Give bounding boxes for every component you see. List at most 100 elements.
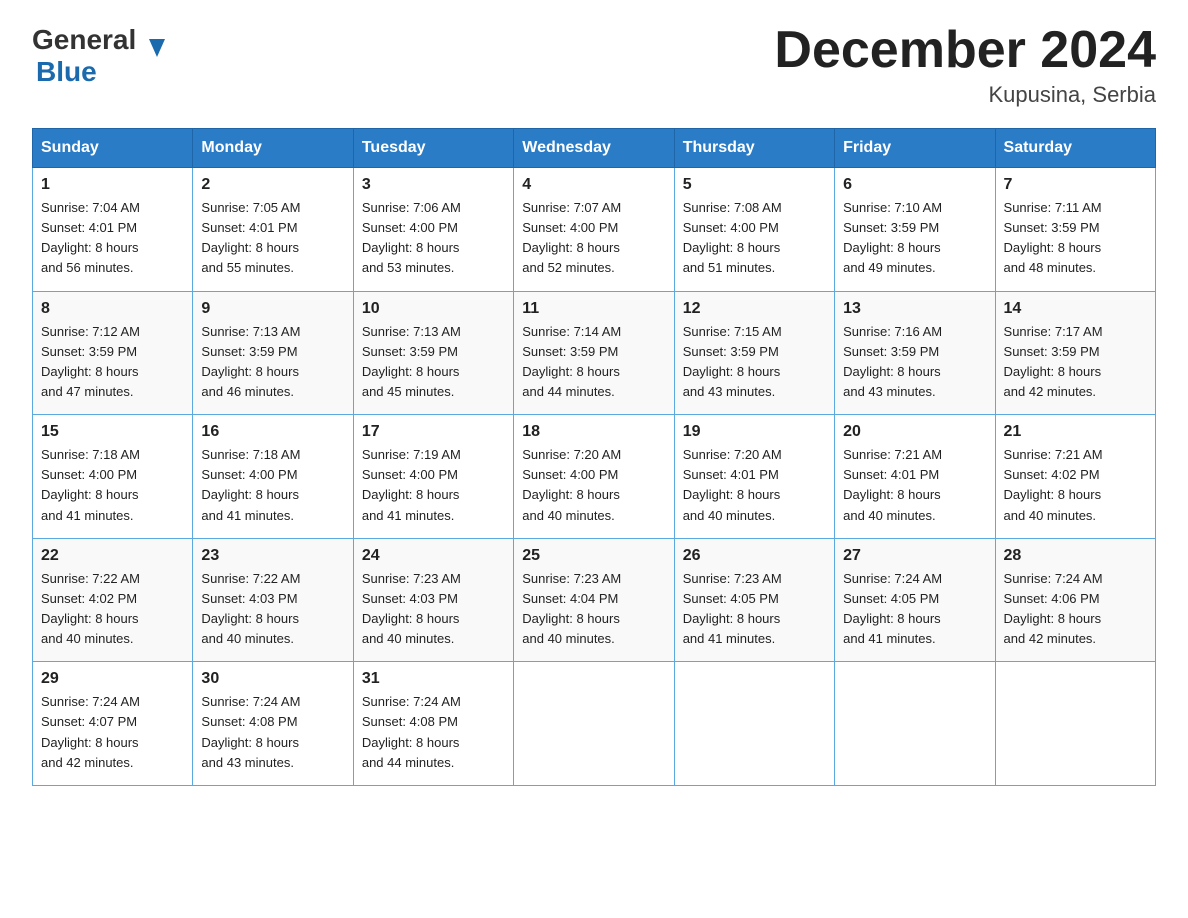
day-info: Sunrise: 7:05 AMSunset: 4:01 PMDaylight:… [201, 198, 344, 279]
day-info: Sunrise: 7:24 AMSunset: 4:08 PMDaylight:… [362, 692, 505, 773]
day-info: Sunrise: 7:10 AMSunset: 3:59 PMDaylight:… [843, 198, 986, 279]
day-number: 18 [522, 423, 665, 441]
day-info: Sunrise: 7:08 AMSunset: 4:00 PMDaylight:… [683, 198, 826, 279]
calendar-week-row: 22 Sunrise: 7:22 AMSunset: 4:02 PMDaylig… [33, 538, 1156, 662]
day-number: 31 [362, 670, 505, 688]
table-row: 14 Sunrise: 7:17 AMSunset: 3:59 PMDaylig… [995, 291, 1155, 415]
day-number: 13 [843, 300, 986, 318]
day-number: 10 [362, 300, 505, 318]
day-number: 12 [683, 300, 826, 318]
table-row: 15 Sunrise: 7:18 AMSunset: 4:00 PMDaylig… [33, 415, 193, 539]
table-row: 10 Sunrise: 7:13 AMSunset: 3:59 PMDaylig… [353, 291, 513, 415]
table-row [674, 662, 834, 786]
table-row: 27 Sunrise: 7:24 AMSunset: 4:05 PMDaylig… [835, 538, 995, 662]
table-row: 18 Sunrise: 7:20 AMSunset: 4:00 PMDaylig… [514, 415, 674, 539]
day-number: 15 [41, 423, 184, 441]
table-row: 23 Sunrise: 7:22 AMSunset: 4:03 PMDaylig… [193, 538, 353, 662]
col-monday: Monday [193, 129, 353, 168]
table-row: 28 Sunrise: 7:24 AMSunset: 4:06 PMDaylig… [995, 538, 1155, 662]
table-row: 19 Sunrise: 7:20 AMSunset: 4:01 PMDaylig… [674, 415, 834, 539]
day-info: Sunrise: 7:21 AMSunset: 4:01 PMDaylight:… [843, 445, 986, 526]
table-row: 26 Sunrise: 7:23 AMSunset: 4:05 PMDaylig… [674, 538, 834, 662]
day-number: 5 [683, 176, 826, 194]
day-info: Sunrise: 7:14 AMSunset: 3:59 PMDaylight:… [522, 322, 665, 403]
day-number: 30 [201, 670, 344, 688]
location-subtitle: Kupusina, Serbia [774, 82, 1156, 108]
day-info: Sunrise: 7:06 AMSunset: 4:00 PMDaylight:… [362, 198, 505, 279]
table-row: 1 Sunrise: 7:04 AMSunset: 4:01 PMDayligh… [33, 168, 193, 292]
table-row: 22 Sunrise: 7:22 AMSunset: 4:02 PMDaylig… [33, 538, 193, 662]
table-row: 11 Sunrise: 7:14 AMSunset: 3:59 PMDaylig… [514, 291, 674, 415]
table-row [835, 662, 995, 786]
day-info: Sunrise: 7:16 AMSunset: 3:59 PMDaylight:… [843, 322, 986, 403]
day-info: Sunrise: 7:15 AMSunset: 3:59 PMDaylight:… [683, 322, 826, 403]
day-info: Sunrise: 7:04 AMSunset: 4:01 PMDaylight:… [41, 198, 184, 279]
col-wednesday: Wednesday [514, 129, 674, 168]
table-row: 30 Sunrise: 7:24 AMSunset: 4:08 PMDaylig… [193, 662, 353, 786]
day-info: Sunrise: 7:21 AMSunset: 4:02 PMDaylight:… [1004, 445, 1147, 526]
day-info: Sunrise: 7:23 AMSunset: 4:03 PMDaylight:… [362, 569, 505, 650]
table-row: 31 Sunrise: 7:24 AMSunset: 4:08 PMDaylig… [353, 662, 513, 786]
day-info: Sunrise: 7:24 AMSunset: 4:07 PMDaylight:… [41, 692, 184, 773]
calendar-week-row: 1 Sunrise: 7:04 AMSunset: 4:01 PMDayligh… [33, 168, 1156, 292]
day-number: 20 [843, 423, 986, 441]
table-row: 24 Sunrise: 7:23 AMSunset: 4:03 PMDaylig… [353, 538, 513, 662]
table-row: 2 Sunrise: 7:05 AMSunset: 4:01 PMDayligh… [193, 168, 353, 292]
day-number: 19 [683, 423, 826, 441]
col-thursday: Thursday [674, 129, 834, 168]
calendar-table: Sunday Monday Tuesday Wednesday Thursday… [32, 128, 1156, 786]
table-row: 12 Sunrise: 7:15 AMSunset: 3:59 PMDaylig… [674, 291, 834, 415]
title-block: December 2024 Kupusina, Serbia [774, 24, 1156, 108]
day-number: 22 [41, 547, 184, 565]
col-sunday: Sunday [33, 129, 193, 168]
day-info: Sunrise: 7:17 AMSunset: 3:59 PMDaylight:… [1004, 322, 1147, 403]
day-number: 11 [522, 300, 665, 318]
col-friday: Friday [835, 129, 995, 168]
day-number: 16 [201, 423, 344, 441]
logo-general-text: General [32, 24, 136, 56]
calendar-week-row: 29 Sunrise: 7:24 AMSunset: 4:07 PMDaylig… [33, 662, 1156, 786]
day-number: 17 [362, 423, 505, 441]
day-number: 8 [41, 300, 184, 318]
table-row: 21 Sunrise: 7:21 AMSunset: 4:02 PMDaylig… [995, 415, 1155, 539]
table-row: 16 Sunrise: 7:18 AMSunset: 4:00 PMDaylig… [193, 415, 353, 539]
day-info: Sunrise: 7:22 AMSunset: 4:02 PMDaylight:… [41, 569, 184, 650]
day-number: 28 [1004, 547, 1147, 565]
day-info: Sunrise: 7:11 AMSunset: 3:59 PMDaylight:… [1004, 198, 1147, 279]
day-number: 29 [41, 670, 184, 688]
day-info: Sunrise: 7:20 AMSunset: 4:00 PMDaylight:… [522, 445, 665, 526]
day-number: 9 [201, 300, 344, 318]
day-number: 27 [843, 547, 986, 565]
day-number: 21 [1004, 423, 1147, 441]
day-info: Sunrise: 7:13 AMSunset: 3:59 PMDaylight:… [201, 322, 344, 403]
day-info: Sunrise: 7:23 AMSunset: 4:05 PMDaylight:… [683, 569, 826, 650]
day-info: Sunrise: 7:12 AMSunset: 3:59 PMDaylight:… [41, 322, 184, 403]
day-number: 2 [201, 176, 344, 194]
table-row [514, 662, 674, 786]
day-number: 4 [522, 176, 665, 194]
day-info: Sunrise: 7:20 AMSunset: 4:01 PMDaylight:… [683, 445, 826, 526]
table-row: 29 Sunrise: 7:24 AMSunset: 4:07 PMDaylig… [33, 662, 193, 786]
day-info: Sunrise: 7:19 AMSunset: 4:00 PMDaylight:… [362, 445, 505, 526]
day-number: 1 [41, 176, 184, 194]
day-info: Sunrise: 7:07 AMSunset: 4:00 PMDaylight:… [522, 198, 665, 279]
day-info: Sunrise: 7:22 AMSunset: 4:03 PMDaylight:… [201, 569, 344, 650]
table-row: 6 Sunrise: 7:10 AMSunset: 3:59 PMDayligh… [835, 168, 995, 292]
page-header: General Blue December 2024 Kupusina, Ser… [32, 24, 1156, 108]
table-row: 9 Sunrise: 7:13 AMSunset: 3:59 PMDayligh… [193, 291, 353, 415]
calendar-week-row: 15 Sunrise: 7:18 AMSunset: 4:00 PMDaylig… [33, 415, 1156, 539]
day-info: Sunrise: 7:18 AMSunset: 4:00 PMDaylight:… [41, 445, 184, 526]
col-saturday: Saturday [995, 129, 1155, 168]
calendar-week-row: 8 Sunrise: 7:12 AMSunset: 3:59 PMDayligh… [33, 291, 1156, 415]
table-row: 25 Sunrise: 7:23 AMSunset: 4:04 PMDaylig… [514, 538, 674, 662]
day-number: 14 [1004, 300, 1147, 318]
day-number: 23 [201, 547, 344, 565]
table-row: 8 Sunrise: 7:12 AMSunset: 3:59 PMDayligh… [33, 291, 193, 415]
table-row: 13 Sunrise: 7:16 AMSunset: 3:59 PMDaylig… [835, 291, 995, 415]
month-year-title: December 2024 [774, 24, 1156, 76]
col-tuesday: Tuesday [353, 129, 513, 168]
day-info: Sunrise: 7:13 AMSunset: 3:59 PMDaylight:… [362, 322, 505, 403]
calendar-header-row: Sunday Monday Tuesday Wednesday Thursday… [33, 129, 1156, 168]
day-info: Sunrise: 7:18 AMSunset: 4:00 PMDaylight:… [201, 445, 344, 526]
logo-blue-text: Blue [36, 56, 97, 88]
